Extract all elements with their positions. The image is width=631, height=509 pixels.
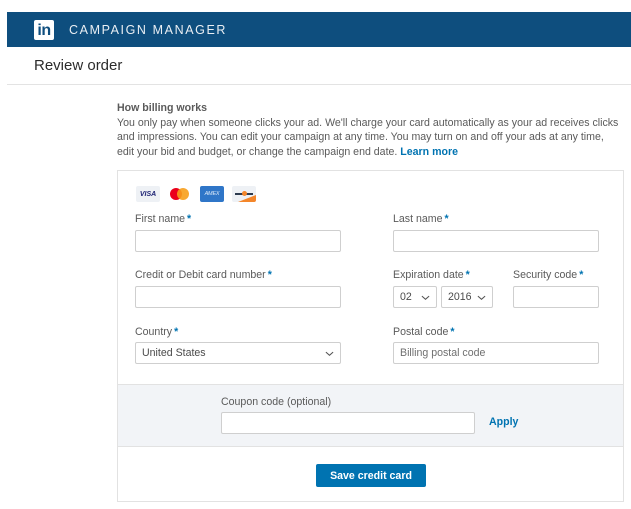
chevron-down-icon [325,351,334,356]
top-navigation-bar: in CAMPAIGN MANAGER [7,12,631,47]
expiration-year-value: 2016 [448,291,472,303]
postal-code-label: Postal code * [393,326,454,338]
required-marker: * [267,269,272,281]
required-marker: * [444,213,449,225]
country-select[interactable]: United States [135,342,341,364]
chevron-down-icon [477,295,486,300]
card-number-input[interactable] [135,286,341,308]
coupon-code-input[interactable] [221,412,475,434]
mastercard-icon [168,186,192,202]
card-number-label-text: Credit or Debit card number [135,269,266,281]
first-name-input[interactable] [135,230,341,252]
apply-coupon-link[interactable]: Apply [489,416,518,428]
expiration-month-select[interactable]: 02 [393,286,437,308]
card-number-label: Credit or Debit card number * [135,269,272,281]
expiration-month-value: 02 [400,291,412,303]
chevron-down-icon [421,295,430,300]
billing-info: How billing works You only pay when some… [117,101,622,159]
security-code-label: Security code * [513,269,583,281]
required-marker: * [187,213,192,225]
last-name-label: Last name * [393,213,449,225]
required-marker: * [579,269,584,281]
coupon-code-label: Coupon code (optional) [221,396,332,408]
country-label-text: Country [135,326,173,338]
last-name-label-text: Last name [393,213,443,225]
learn-more-link[interactable]: Learn more [400,146,458,158]
security-code-label-text: Security code [513,269,578,281]
required-marker: * [174,326,179,338]
required-marker: * [465,269,470,281]
amex-icon: AMEX [200,186,224,202]
header-divider [7,84,631,85]
expiration-date-label-text: Expiration date [393,269,464,281]
payment-form-card: VISA AMEX First name * Last name * Credit … [117,170,624,502]
security-code-input[interactable] [513,286,599,308]
linkedin-logo-icon[interactable]: in [34,19,54,40]
country-label: Country * [135,326,178,338]
accepted-cards: VISA AMEX [136,186,256,202]
country-value: United States [142,347,206,359]
billing-body: You only pay when someone clicks your ad… [117,116,619,158]
billing-heading: How billing works [117,102,208,114]
required-marker: * [450,326,455,338]
postal-code-placeholder: Billing postal code [400,347,486,359]
page-title: Review order [34,57,123,74]
visa-icon: VISA [136,186,160,202]
save-credit-card-button[interactable]: Save credit card [316,464,426,487]
app-title: CAMPAIGN MANAGER [69,22,228,37]
postal-code-label-text: Postal code [393,326,449,338]
first-name-label-text: First name [135,213,186,225]
first-name-label: First name * [135,213,191,225]
coupon-section: Coupon code (optional) Apply [118,384,623,447]
discover-icon [232,186,256,202]
expiration-date-label: Expiration date * [393,269,470,281]
postal-code-input[interactable]: Billing postal code [393,342,599,364]
expiration-year-select[interactable]: 2016 [441,286,493,308]
last-name-input[interactable] [393,230,599,252]
